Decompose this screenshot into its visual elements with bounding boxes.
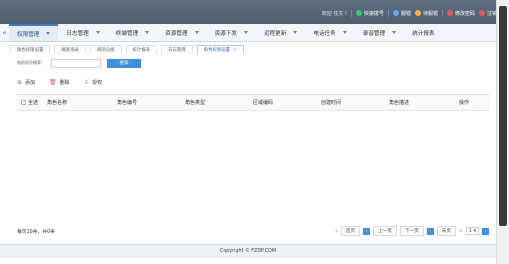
bell-icon bbox=[392, 10, 399, 16]
trash-icon: 🗑 bbox=[49, 78, 57, 86]
tab-log-management[interactable]: 日志管理 bbox=[161, 45, 193, 54]
close-icon[interactable]: × bbox=[233, 48, 237, 53]
nav-item-resource-dispatch[interactable]: 资源下发 bbox=[207, 24, 256, 41]
page-info: 每页10条，共0条 bbox=[17, 229, 55, 235]
tab-statistics[interactable]: 统计报表 bbox=[125, 45, 158, 54]
nav-item-resources[interactable]: 资源管理 bbox=[157, 24, 206, 41]
grant-button[interactable]: ♙ 授权 bbox=[84, 79, 102, 86]
tab-role-permissions-active[interactable]: 角色权限设置 × bbox=[196, 45, 244, 54]
column-role-name: 角色名称 bbox=[47, 100, 68, 106]
nav-item-phone-tasks[interactable]: 电话任务 bbox=[305, 24, 354, 41]
chevron-down-icon bbox=[194, 31, 199, 34]
column-area-code: 区域编码 bbox=[253, 100, 274, 106]
prev-arrow-icon[interactable]: ‹ bbox=[363, 227, 371, 235]
errors-button[interactable]: 服错 bbox=[392, 10, 411, 17]
user-actions: 欢迎 任文 ! 快速拨号 服错 待服错 修改密码 注销 bbox=[322, 8, 497, 18]
chevron-down-icon bbox=[145, 31, 150, 34]
go-arrow-icon[interactable]: › bbox=[482, 227, 489, 235]
column-actions: 操作 bbox=[459, 100, 470, 106]
select-all-checkbox[interactable] bbox=[21, 100, 26, 105]
open-tabs: 角色权限设置 端查询录 商陪分组 统计报表 日志管理 角色权限设置 × bbox=[10, 42, 496, 54]
column-role-description: 角色描述 bbox=[389, 100, 410, 106]
delete-button[interactable]: 🗑 删除 bbox=[49, 79, 70, 86]
last-page-button[interactable]: 末页 bbox=[436, 226, 456, 236]
pagination-bar: 每页10条，共0条 « 首页 ‹ 上一页 下一页 › 末页 × 1 ▾ › bbox=[17, 224, 489, 238]
tab-query-records[interactable]: 端查询录 bbox=[54, 45, 86, 54]
search-input[interactable] bbox=[51, 58, 101, 68]
divider bbox=[350, 9, 352, 17]
copyright-footer: Copyright © FZDP.COM bbox=[0, 244, 496, 258]
action-toolbar: ⊕ 添加 🗑 删除 ♙ 授权 bbox=[17, 77, 102, 87]
logout-button[interactable]: 注销 bbox=[478, 10, 497, 17]
search-button[interactable]: 搜索 bbox=[107, 58, 141, 68]
roles-table: 全选 角色名称 角色编号 角色类型 区域编码 创建时间 角色描述 操作 bbox=[17, 94, 489, 222]
nav-item-permissions[interactable]: 权限管理 bbox=[9, 24, 59, 41]
divider bbox=[387, 9, 389, 17]
nav-item-statistics[interactable]: 统计报表 bbox=[404, 24, 442, 41]
nav-item-recordings[interactable]: 录音管理 bbox=[355, 24, 404, 41]
welcome-text: 欢迎 任文 ! bbox=[321, 10, 347, 17]
chevron-down-icon bbox=[243, 31, 248, 34]
chevron-down-icon bbox=[95, 31, 100, 34]
plus-circle-icon: ⊕ bbox=[17, 78, 23, 86]
top-header-bar: 欢迎 任文 ! 快速拨号 服错 待服错 修改密码 注销 bbox=[0, 0, 509, 24]
column-role-type: 角色类型 bbox=[185, 100, 206, 106]
phone-icon bbox=[355, 10, 362, 16]
nav-item-logs[interactable]: 日志管理 bbox=[58, 24, 107, 41]
main-navigation: « 权限管理 日志管理 终端管理 资源管理 资源下发 远程更新 电话任务 录音管… bbox=[0, 24, 496, 42]
next-page-button[interactable]: 下一页 bbox=[399, 226, 424, 236]
change-password-button[interactable]: 修改密码 bbox=[446, 10, 475, 17]
prev-page-button[interactable]: 上一页 bbox=[373, 226, 397, 236]
search-bar: 电话机号搜索： 搜索 bbox=[17, 58, 141, 68]
chevron-down-icon bbox=[293, 31, 298, 34]
divider bbox=[441, 9, 443, 17]
page-select-marker-icon: × bbox=[458, 228, 463, 234]
table-header: 全选 角色名称 角色编号 角色类型 区域编码 创建时间 角色描述 操作 bbox=[17, 95, 489, 111]
next-arrow-icon[interactable]: › bbox=[426, 227, 434, 235]
pending-errors-button[interactable]: 待服错 bbox=[414, 10, 438, 17]
warning-icon bbox=[414, 10, 421, 16]
chevron-down-icon bbox=[392, 31, 397, 34]
first-page-button[interactable]: 首页 bbox=[340, 226, 361, 236]
vertical-scrollbar[interactable] bbox=[496, 0, 509, 264]
chevron-down-icon: ▾ bbox=[473, 228, 476, 234]
lock-icon bbox=[446, 10, 453, 16]
search-label: 电话机号搜索： bbox=[17, 60, 45, 65]
nav-item-terminals[interactable]: 终端管理 bbox=[108, 24, 157, 41]
nav-scroll-left-icon[interactable]: « bbox=[0, 24, 9, 41]
tab-role-permissions[interactable]: 角色权限设置 bbox=[10, 45, 51, 54]
user-icon: ♙ bbox=[83, 78, 90, 86]
column-created-time: 创建时间 bbox=[321, 100, 342, 106]
chevron-down-icon bbox=[46, 32, 51, 35]
add-button[interactable]: ⊕ 添加 bbox=[17, 79, 35, 86]
first-page-marker-icon: « bbox=[335, 228, 338, 234]
pager-controls: « 首页 ‹ 上一页 下一页 › 末页 × 1 ▾ › bbox=[335, 226, 489, 236]
tab-groups[interactable]: 商陪分组 bbox=[89, 45, 122, 54]
chevron-down-icon bbox=[342, 31, 347, 34]
select-all-column[interactable]: 全选 bbox=[17, 99, 47, 106]
scrollbar-thumb[interactable] bbox=[499, 6, 507, 226]
power-icon bbox=[478, 10, 485, 16]
column-role-number: 角色编号 bbox=[117, 100, 138, 106]
nav-item-remote-update[interactable]: 远程更新 bbox=[256, 24, 305, 41]
quick-dial-button[interactable]: 快速拨号 bbox=[355, 10, 384, 17]
page-select[interactable]: 1 ▾ bbox=[465, 227, 479, 235]
